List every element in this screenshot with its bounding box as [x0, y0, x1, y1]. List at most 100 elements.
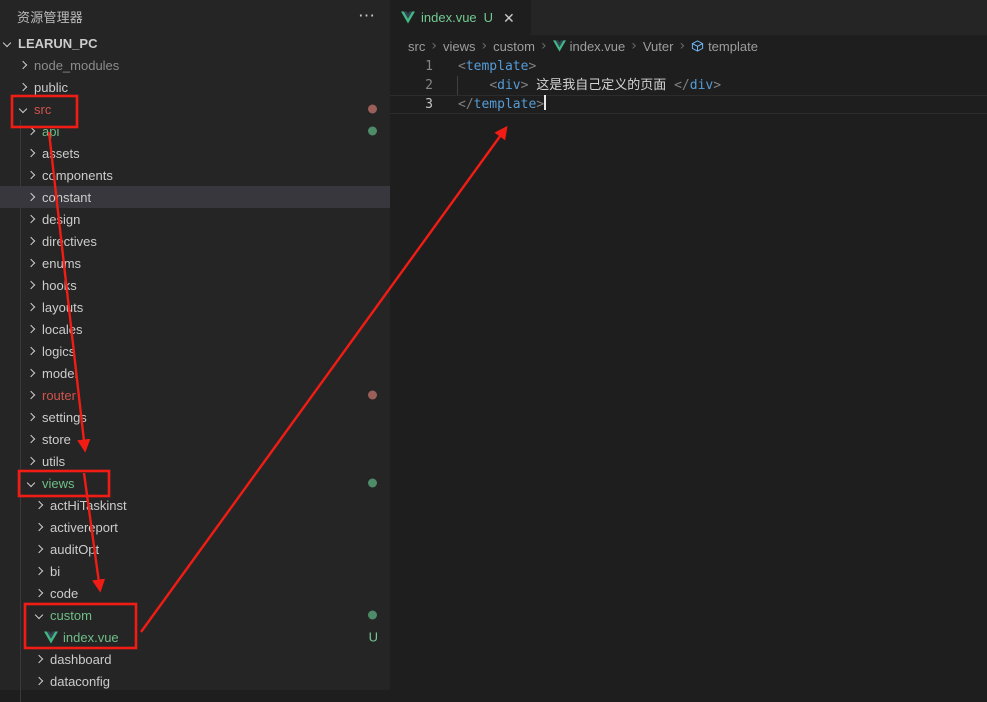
breadcrumb-label: src: [408, 39, 425, 54]
tree-item-dataconfig[interactable]: dataconfig: [0, 670, 390, 692]
chevron-right-icon: [27, 193, 35, 201]
tree-root-learun-pc[interactable]: LEARUN_PC: [0, 32, 390, 54]
tree-item-label: dashboard: [50, 652, 111, 667]
chevron-right-icon: [19, 83, 27, 91]
tree-item-components[interactable]: components: [0, 164, 390, 186]
breadcrumb-item-vuter[interactable]: Vuter: [643, 39, 674, 54]
chevron-right-icon: [27, 171, 35, 179]
chevron-right-icon: [27, 303, 35, 311]
tree-item-design[interactable]: design: [0, 208, 390, 230]
tree-item-label: design: [42, 212, 80, 227]
tab-filename: index.vue: [421, 10, 477, 25]
tree-item-enums[interactable]: enums: [0, 252, 390, 274]
error-dot-badge: [368, 391, 377, 400]
breadcrumb-separator-icon: ›: [431, 38, 437, 54]
code-editor[interactable]: 1<template>2 <div> 这是我自己定义的页面 </div>3</t…: [390, 57, 987, 114]
tree-item-settings[interactable]: settings: [0, 406, 390, 428]
breadcrumb-label: Vuter: [643, 39, 674, 54]
tree-item-label: layouts: [42, 300, 83, 315]
chevron-right-icon: [27, 237, 35, 245]
chevron-right-icon: [27, 325, 35, 333]
tree-item-activereport[interactable]: activereport: [0, 516, 390, 538]
chevron-right-icon: [35, 677, 43, 685]
breadcrumb-item-template[interactable]: template: [691, 39, 758, 54]
tree-item-label: constant: [42, 190, 91, 205]
tree-item-node-modules[interactable]: node_modules: [0, 54, 390, 76]
breadcrumb-label: index.vue: [570, 39, 626, 54]
chevron-right-icon: [27, 391, 35, 399]
root-label: LEARUN_PC: [18, 36, 97, 51]
tree-item-assets[interactable]: assets: [0, 142, 390, 164]
close-icon[interactable]: ✕: [503, 11, 515, 25]
tree-item-label: assets: [42, 146, 80, 161]
chevron-right-icon: [27, 369, 35, 377]
chevron-right-icon: [35, 545, 43, 553]
tree-item-dashboard[interactable]: dashboard: [0, 648, 390, 670]
tree-item-model[interactable]: model: [0, 362, 390, 384]
tree-item-store[interactable]: store: [0, 428, 390, 450]
tree-item-auditopt[interactable]: auditOpt: [0, 538, 390, 560]
chevron-right-icon: [27, 259, 35, 267]
breadcrumb-label: views: [443, 39, 476, 54]
tree-item-locales[interactable]: locales: [0, 318, 390, 340]
tree-item-constant[interactable]: constant: [0, 186, 390, 208]
tree-item-api[interactable]: api: [0, 120, 390, 142]
tree-item-label: locales: [42, 322, 82, 337]
tree-item-logics[interactable]: logics: [0, 340, 390, 362]
tree-item-label: code: [50, 586, 78, 601]
tab-index-vue[interactable]: index.vue U ✕: [390, 0, 531, 35]
vue-icon: [401, 11, 415, 24]
tree-item-label: auditOpt: [50, 542, 99, 557]
code-line-2[interactable]: 2 <div> 这是我自己定义的页面 </div>: [390, 76, 987, 95]
line-number: 1: [390, 57, 444, 76]
tree-item-label: dataconfig: [50, 674, 110, 689]
breadcrumb-item-index-vue[interactable]: index.vue: [553, 39, 626, 54]
tree-item-label: public: [34, 80, 68, 95]
tree-item-bi[interactable]: bi: [0, 560, 390, 582]
tree-item-src[interactable]: src: [0, 98, 390, 120]
tree-item-custom[interactable]: custom: [0, 604, 390, 626]
chevron-right-icon: [27, 215, 35, 223]
code-line-1[interactable]: 1 <template>: [390, 57, 987, 76]
sidebar-header: 资源管理器 ⋯: [0, 0, 390, 32]
more-actions-icon[interactable]: ⋯: [358, 11, 376, 21]
file-tree: node_modulespublic srcapi assets components…: [0, 54, 390, 692]
tree-item-public[interactable]: public: [0, 76, 390, 98]
breadcrumb-item-views[interactable]: views: [443, 39, 476, 54]
tree-item-router[interactable]: router: [0, 384, 390, 406]
tree-item-index-vue[interactable]: index.vueU: [0, 626, 390, 648]
editor-tab-bar: index.vue U ✕: [390, 0, 987, 35]
git-untracked-badge: U: [484, 10, 493, 25]
tree-item-layouts[interactable]: layouts: [0, 296, 390, 318]
breadcrumb-label: custom: [493, 39, 535, 54]
tree-item-label: views: [42, 476, 75, 491]
indent-guide: [457, 76, 458, 95]
tree-item-label: custom: [50, 608, 92, 623]
code-text: <div> 这是我自己定义的页面 </div>: [458, 76, 721, 95]
vue-icon: [44, 631, 58, 644]
tree-item-acthitaskinst[interactable]: actHiTaskinst: [0, 494, 390, 516]
tree-item-label: router: [42, 388, 76, 403]
tree-item-hooks[interactable]: hooks: [0, 274, 390, 296]
git-green-dot-badge: [368, 479, 377, 488]
code-line-3[interactable]: 3</template>: [390, 95, 987, 114]
breadcrumb: src›views›custom›index.vue›Vuter›templat…: [390, 35, 987, 57]
tree-item-label: settings: [42, 410, 87, 425]
tree-item-utils[interactable]: utils: [0, 450, 390, 472]
sidebar-title: 资源管理器: [17, 7, 83, 26]
line-number: 2: [390, 76, 444, 95]
tree-item-label: directives: [42, 234, 97, 249]
chevron-right-icon: [35, 567, 43, 575]
code-text: <template>: [458, 57, 536, 76]
breadcrumb-separator-icon: ›: [679, 38, 685, 54]
chevron-right-icon: [35, 523, 43, 531]
tree-item-code[interactable]: code: [0, 582, 390, 604]
tree-item-label: hooks: [42, 278, 77, 293]
breadcrumb-item-src[interactable]: src: [408, 39, 425, 54]
tree-item-views[interactable]: views: [0, 472, 390, 494]
tree-item-directives[interactable]: directives: [0, 230, 390, 252]
chevron-right-icon: [35, 655, 43, 663]
breadcrumb-item-custom[interactable]: custom: [493, 39, 535, 54]
chevron-down-icon: [19, 105, 27, 113]
error-dot-badge: [368, 105, 377, 114]
